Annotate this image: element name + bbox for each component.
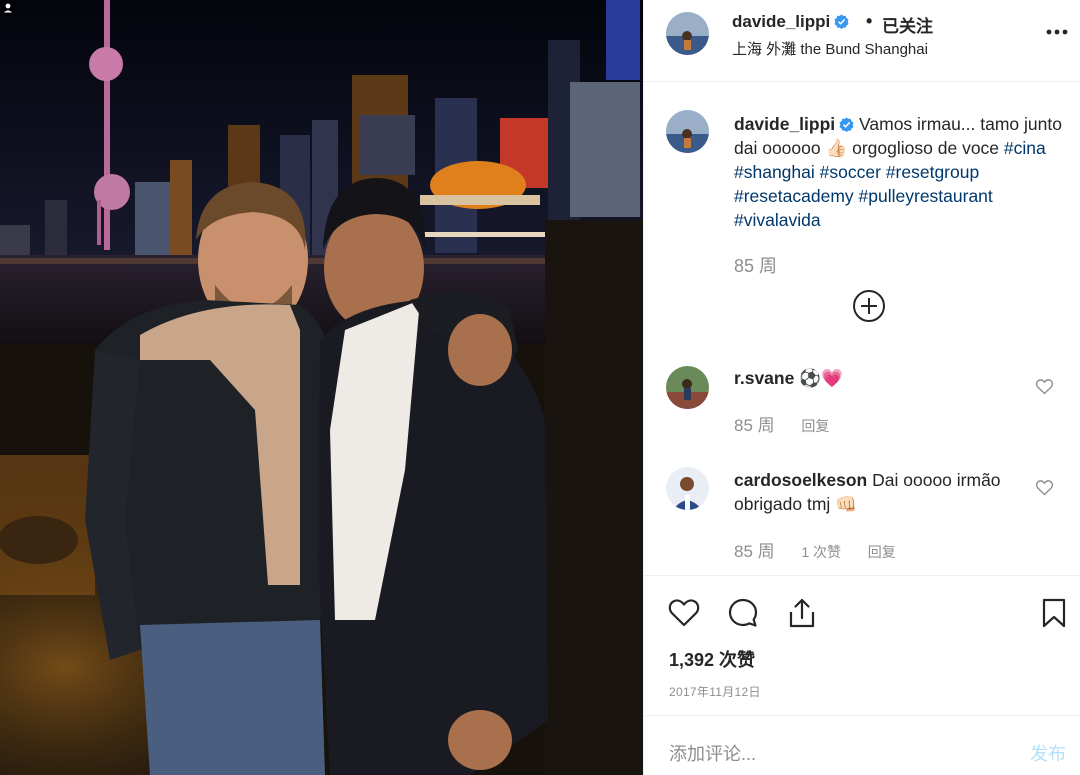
add-comment-bar: 添加评论... 发布 xyxy=(644,715,1080,775)
comment-meta: 85 周 1 次赞 回复 xyxy=(734,537,918,562)
post-location[interactable]: 上海 外灘 the Bund Shanghai xyxy=(732,38,928,59)
post-caption: davide_lippi Vamos irmau... tamo junto d… xyxy=(734,112,1064,232)
comment-reply-button[interactable]: 回复 xyxy=(868,544,896,560)
caption-author-avatar[interactable] xyxy=(666,110,709,153)
comment-timestamp[interactable]: 85 周 xyxy=(734,542,775,561)
following-button[interactable]: 已关注 xyxy=(882,12,933,37)
comment-icon[interactable] xyxy=(726,596,760,630)
more-horizontal-icon[interactable] xyxy=(1046,28,1068,36)
tagged-users-icon[interactable] xyxy=(0,0,16,16)
hashtag-vivalavida[interactable]: #vivalavida xyxy=(734,210,821,230)
caption-username[interactable]: davide_lippi xyxy=(734,114,835,134)
author-username[interactable]: davide_lippi xyxy=(732,12,849,32)
comment-like-icon[interactable] xyxy=(1035,378,1054,395)
comment-meta: 85 周 回复 xyxy=(734,411,851,436)
comment-like-icon[interactable] xyxy=(1035,479,1054,496)
likes-count[interactable]: 1,392 次赞 xyxy=(669,646,755,672)
caption-timestamp[interactable]: 85 周 xyxy=(734,252,777,278)
verified-badge-icon xyxy=(834,14,849,29)
share-icon[interactable] xyxy=(785,596,819,630)
comment-input[interactable]: 添加评论... xyxy=(669,740,756,766)
commenter-avatar[interactable] xyxy=(666,467,709,510)
comment-likes-count[interactable]: 1 次赞 xyxy=(801,544,841,560)
action-bar: 1,392 次赞 2017年11月12日 xyxy=(644,575,1080,715)
commenter-username[interactable]: r.svane xyxy=(734,368,794,388)
comment-timestamp[interactable]: 85 周 xyxy=(734,416,775,435)
hashtag-resetacademy[interactable]: #resetacademy xyxy=(734,186,854,206)
post-comment-button[interactable]: 发布 xyxy=(1030,740,1066,766)
comment-text: cardosoelkeson Dai ooooo irmão obrigado … xyxy=(734,468,1034,516)
post-photo[interactable] xyxy=(0,0,643,775)
post-date: 2017年11月12日 xyxy=(669,685,761,699)
post-header: davide_lippi • 已关注 上海 外灘 the Bund Shangh… xyxy=(644,0,1080,82)
plus-circle-icon[interactable] xyxy=(852,289,886,323)
hashtag-shanghai[interactable]: #shanghai xyxy=(734,162,815,182)
night-skyline-photo xyxy=(0,0,643,775)
hashtag-soccer[interactable]: #soccer xyxy=(820,162,881,182)
comment-reply-button[interactable]: 回复 xyxy=(801,418,829,434)
comment-body: ⚽️💗 xyxy=(799,368,843,388)
author-avatar[interactable] xyxy=(666,12,709,55)
commenter-username[interactable]: cardosoelkeson xyxy=(734,470,867,490)
hashtag-cina[interactable]: #cina xyxy=(1004,138,1046,158)
commenter-avatar[interactable] xyxy=(666,366,709,409)
hashtag-pulleyrestaurant[interactable]: #pulleyrestaurant xyxy=(859,186,993,206)
hashtag-resetgroup[interactable]: #resetgroup xyxy=(886,162,979,182)
post-side-panel: davide_lippi • 已关注 上海 外灘 the Bund Shangh… xyxy=(643,0,1080,775)
header-separator: • xyxy=(866,11,873,31)
comment-text: r.svane ⚽️💗 xyxy=(734,366,1034,390)
verified-badge-icon xyxy=(839,117,854,132)
bookmark-icon[interactable] xyxy=(1037,596,1071,630)
heart-icon[interactable] xyxy=(667,596,701,630)
